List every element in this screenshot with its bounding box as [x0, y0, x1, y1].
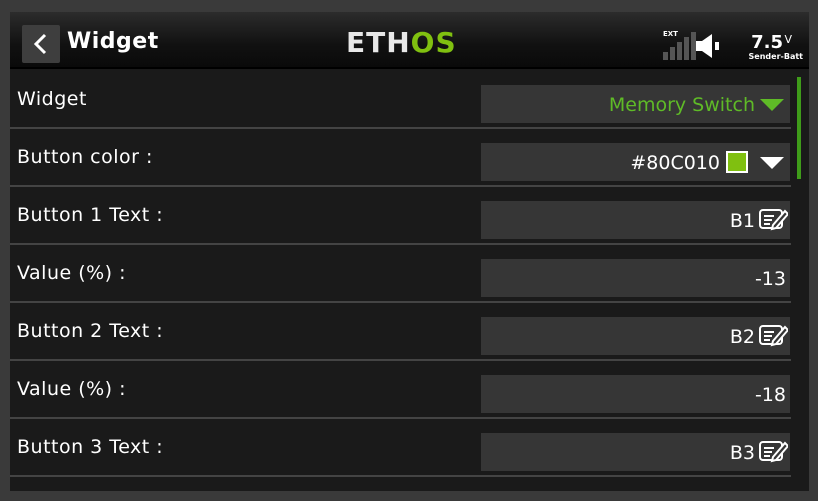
- back-button[interactable]: [22, 25, 60, 63]
- ethos-logo: ETHOS: [346, 26, 457, 59]
- widget-dropdown[interactable]: Memory Switch: [481, 85, 790, 123]
- row-button-2-text: Button 2 Text : B2: [10, 301, 791, 361]
- caret-down-icon: [760, 157, 784, 169]
- row-label: Button color :: [17, 146, 153, 168]
- chevron-left-icon: [33, 33, 47, 55]
- row-widget: Widget Memory Switch: [10, 69, 791, 129]
- number-value: -13: [754, 268, 786, 290]
- scrollbar[interactable]: [797, 77, 801, 179]
- row-label: Widget: [17, 88, 87, 110]
- battery-label: Sender-Batt: [748, 52, 803, 61]
- row-value-1: Value (%) : -13: [10, 243, 791, 303]
- status-area: EXT 7.5 V Sender-Batt: [653, 30, 803, 61]
- edit-text-icon[interactable]: [758, 206, 788, 232]
- page-title: Widget: [67, 29, 159, 54]
- number-value: -18: [754, 384, 786, 406]
- speaker-icon[interactable]: [696, 33, 722, 59]
- caret-down-icon: [760, 99, 784, 111]
- color-hex-value: #80C010: [630, 152, 720, 174]
- row-label: Button 1 Text :: [17, 204, 164, 226]
- logo-part-os: OS: [410, 26, 457, 59]
- edit-text-icon[interactable]: [758, 438, 788, 464]
- row-button-color: Button color : #80C010: [10, 127, 791, 187]
- edit-text-icon[interactable]: [758, 322, 788, 348]
- voltage-unit: V: [784, 33, 792, 46]
- row-label: Value (%) :: [17, 262, 127, 284]
- button-color-picker[interactable]: #80C010: [481, 143, 790, 181]
- ext-label: EXT: [663, 30, 678, 38]
- text-value: B2: [729, 326, 755, 348]
- signal-bars-icon: EXT: [663, 30, 699, 60]
- header-bar: Widget ETHOS EXT 7.5 V Sender-Batt: [10, 12, 809, 69]
- row-button-3-text: Button 3 Text : B3: [10, 417, 791, 477]
- value-1-field[interactable]: -13: [481, 259, 790, 297]
- button-2-text-field[interactable]: B2: [481, 317, 790, 355]
- button-1-text-field[interactable]: B1: [481, 201, 790, 239]
- text-value: B1: [729, 210, 755, 232]
- row-label: Button 3 Text :: [17, 436, 164, 458]
- row-value-2: Value (%) : -18: [10, 359, 791, 419]
- voltage-readout: 7.5: [751, 32, 783, 53]
- logo-part-eth: ETH: [346, 26, 411, 59]
- text-value: B3: [729, 442, 755, 464]
- color-swatch: [726, 151, 748, 173]
- dropdown-value: Memory Switch: [608, 94, 755, 116]
- row-button-1-text: Button 1 Text : B1: [10, 185, 791, 245]
- app-window: Widget ETHOS EXT 7.5 V Sender-Batt Widge…: [10, 12, 809, 491]
- button-3-text-field[interactable]: B3: [481, 433, 790, 471]
- value-2-field[interactable]: -18: [481, 375, 790, 413]
- row-label: Value (%) :: [17, 378, 127, 400]
- row-label: Button 2 Text :: [17, 320, 164, 342]
